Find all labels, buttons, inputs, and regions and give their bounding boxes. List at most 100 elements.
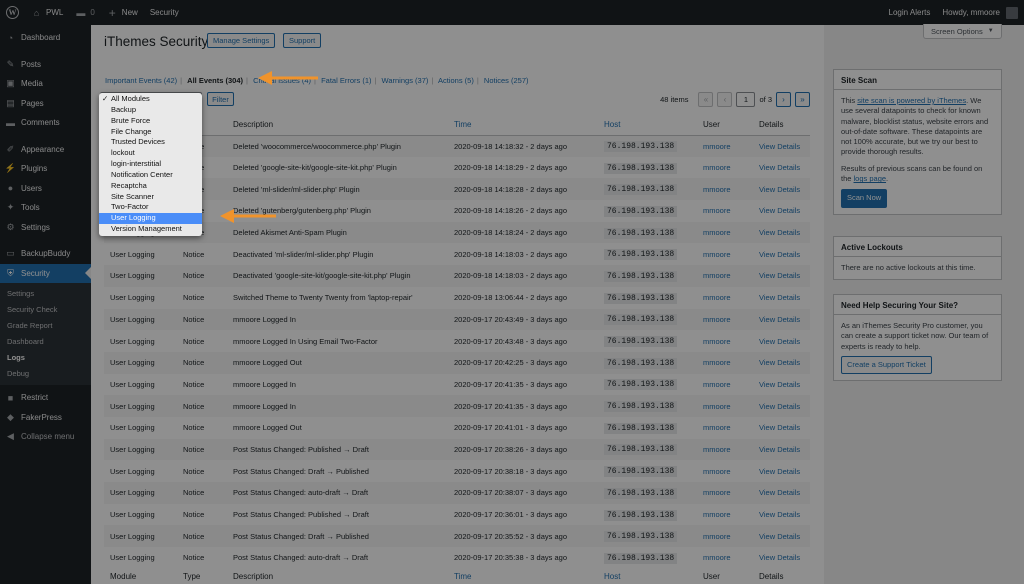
- dropdown-option[interactable]: Site Scanner: [99, 192, 202, 203]
- user-link[interactable]: mmoore: [697, 135, 753, 157]
- user-link[interactable]: mmoore: [697, 460, 753, 482]
- view-details-link[interactable]: View Details: [753, 221, 810, 244]
- user-link[interactable]: mmoore: [697, 221, 753, 244]
- support-button[interactable]: Support: [283, 33, 322, 48]
- sidebar-item-restrict[interactable]: ■ Restrict: [0, 388, 91, 408]
- dropdown-option[interactable]: Backup: [99, 105, 202, 116]
- scan-now-button[interactable]: Scan Now: [841, 189, 888, 208]
- view-details-link[interactable]: View Details: [753, 460, 810, 482]
- filter-fatal-errors[interactable]: Fatal Errors (1): [321, 76, 371, 85]
- view-details-link[interactable]: View Details: [753, 200, 810, 222]
- filter-warnings[interactable]: Warnings (37): [382, 76, 429, 85]
- sidebar-item-appearance[interactable]: ✐ Appearance: [0, 140, 91, 160]
- submenu-debug[interactable]: Debug: [0, 366, 91, 382]
- security-link[interactable]: Security: [144, 0, 185, 25]
- dropdown-option[interactable]: Version Management: [99, 224, 202, 235]
- sidebar-item-posts[interactable]: ✎ Posts: [0, 55, 91, 75]
- submenu-settings[interactable]: Settings: [0, 286, 91, 302]
- create-support-ticket-button[interactable]: Create a Support Ticket: [841, 355, 932, 375]
- view-details-link[interactable]: View Details: [753, 395, 810, 417]
- site-scan-info-link[interactable]: site scan is powered by iThemes: [857, 96, 966, 105]
- view-details-link[interactable]: View Details: [753, 374, 810, 396]
- submenu-dashboard[interactable]: Dashboard: [0, 334, 91, 350]
- view-details-link[interactable]: View Details: [753, 504, 810, 526]
- sidebar-item-fakerpress[interactable]: ◆ FakerPress: [0, 408, 91, 428]
- view-details-link[interactable]: View Details: [753, 417, 810, 439]
- submenu-grade-report[interactable]: Grade Report: [0, 318, 91, 334]
- dropdown-option[interactable]: Two-Factor: [99, 202, 202, 213]
- dropdown-option[interactable]: lockout: [99, 148, 202, 159]
- view-details-link[interactable]: View Details: [753, 438, 810, 461]
- sidebar-item-tools[interactable]: ✦ Tools: [0, 198, 91, 218]
- sidebar-item-backupbuddy[interactable]: ▭ BackupBuddy: [0, 244, 91, 264]
- sidebar-item-pages[interactable]: ▤ Pages: [0, 94, 91, 114]
- site-name-link[interactable]: ⌂ PWL: [25, 0, 69, 25]
- dropdown-option[interactable]: User Logging: [99, 213, 202, 225]
- sidebar-item-settings[interactable]: ⚙ Settings: [0, 218, 91, 238]
- filter-all-events[interactable]: All Events (304): [187, 76, 243, 85]
- view-details-link[interactable]: View Details: [753, 308, 810, 331]
- submenu-logs[interactable]: Logs: [0, 350, 91, 366]
- sidebar-item-security[interactable]: ⛨ Security: [0, 263, 91, 283]
- user-link[interactable]: mmoore: [697, 200, 753, 222]
- sidebar-item-users[interactable]: ● Users: [0, 179, 91, 199]
- logs-page-link[interactable]: logs page: [854, 174, 887, 183]
- view-details-link[interactable]: View Details: [753, 265, 810, 287]
- user-link[interactable]: mmoore: [697, 374, 753, 396]
- view-details-link[interactable]: View Details: [753, 351, 810, 374]
- filter-important-events[interactable]: Important Events (42): [105, 76, 177, 85]
- user-link[interactable]: mmoore: [697, 417, 753, 439]
- sidebar-item-plugins[interactable]: ⚡ Plugins: [0, 159, 91, 179]
- view-details-link[interactable]: View Details: [753, 157, 810, 179]
- screen-options-button[interactable]: Screen Options ▼: [923, 24, 1002, 39]
- filter-actions[interactable]: Actions (5): [438, 76, 474, 85]
- comments-link[interactable]: ▬ 0: [69, 0, 100, 25]
- view-details-link[interactable]: View Details: [753, 547, 810, 569]
- view-details-link[interactable]: View Details: [753, 525, 810, 548]
- wordpress-logo[interactable]: W: [0, 0, 25, 25]
- view-details-link[interactable]: View Details: [753, 482, 810, 504]
- dropdown-option[interactable]: Brute Force: [99, 116, 202, 127]
- filter-critical-issues[interactable]: Critical Issues (4): [253, 76, 311, 85]
- user-link[interactable]: mmoore: [697, 504, 753, 526]
- footer-column-host[interactable]: Host: [604, 572, 620, 581]
- submenu-security-check[interactable]: Security Check: [0, 302, 91, 318]
- manage-settings-button[interactable]: Manage Settings: [207, 33, 276, 48]
- column-host[interactable]: Host: [598, 114, 697, 136]
- next-page-button[interactable]: ›: [776, 92, 791, 107]
- dropdown-option[interactable]: File Change: [99, 127, 202, 138]
- first-page-button[interactable]: «: [698, 92, 714, 107]
- dropdown-option[interactable]: Trusted Devices: [99, 137, 202, 148]
- view-details-link[interactable]: View Details: [753, 243, 810, 265]
- user-link[interactable]: mmoore: [697, 308, 753, 331]
- sidebar-item-media[interactable]: ▣ Media: [0, 74, 91, 94]
- user-link[interactable]: mmoore: [697, 547, 753, 569]
- view-details-link[interactable]: View Details: [753, 135, 810, 157]
- filter-button[interactable]: Filter: [207, 92, 234, 106]
- my-account-link[interactable]: Howdy, mmoore: [936, 0, 1024, 25]
- user-link[interactable]: mmoore: [697, 395, 753, 417]
- user-link[interactable]: mmoore: [697, 265, 753, 287]
- new-content-link[interactable]: + New: [101, 0, 144, 25]
- sidebar-item-dashboard[interactable]: ◔ Dashboard: [0, 28, 91, 48]
- column-time[interactable]: Time: [448, 114, 598, 136]
- prev-page-button[interactable]: ‹: [717, 92, 733, 107]
- collapse-menu-button[interactable]: ◀ Collapse menu: [0, 427, 91, 447]
- user-link[interactable]: mmoore: [697, 525, 753, 548]
- user-link[interactable]: mmoore: [697, 243, 753, 265]
- user-link[interactable]: mmoore: [697, 482, 753, 504]
- filter-notices[interactable]: Notices (257): [484, 76, 529, 85]
- dropdown-option[interactable]: ✓ All Modules: [99, 94, 202, 105]
- sidebar-item-comments[interactable]: ▬ Comments: [0, 113, 91, 133]
- footer-column-time[interactable]: Time: [454, 572, 471, 581]
- user-link[interactable]: mmoore: [697, 178, 753, 201]
- login-alerts-link[interactable]: Login Alerts: [883, 0, 937, 25]
- user-link[interactable]: mmoore: [697, 287, 753, 309]
- dropdown-option[interactable]: Recaptcha: [99, 181, 202, 192]
- last-page-button[interactable]: »: [795, 92, 810, 107]
- user-link[interactable]: mmoore: [697, 330, 753, 352]
- dropdown-option[interactable]: login-interstitial: [99, 159, 202, 170]
- current-page-input[interactable]: 1: [736, 92, 756, 107]
- view-details-link[interactable]: View Details: [753, 287, 810, 309]
- dropdown-option[interactable]: Notification Center: [99, 170, 202, 181]
